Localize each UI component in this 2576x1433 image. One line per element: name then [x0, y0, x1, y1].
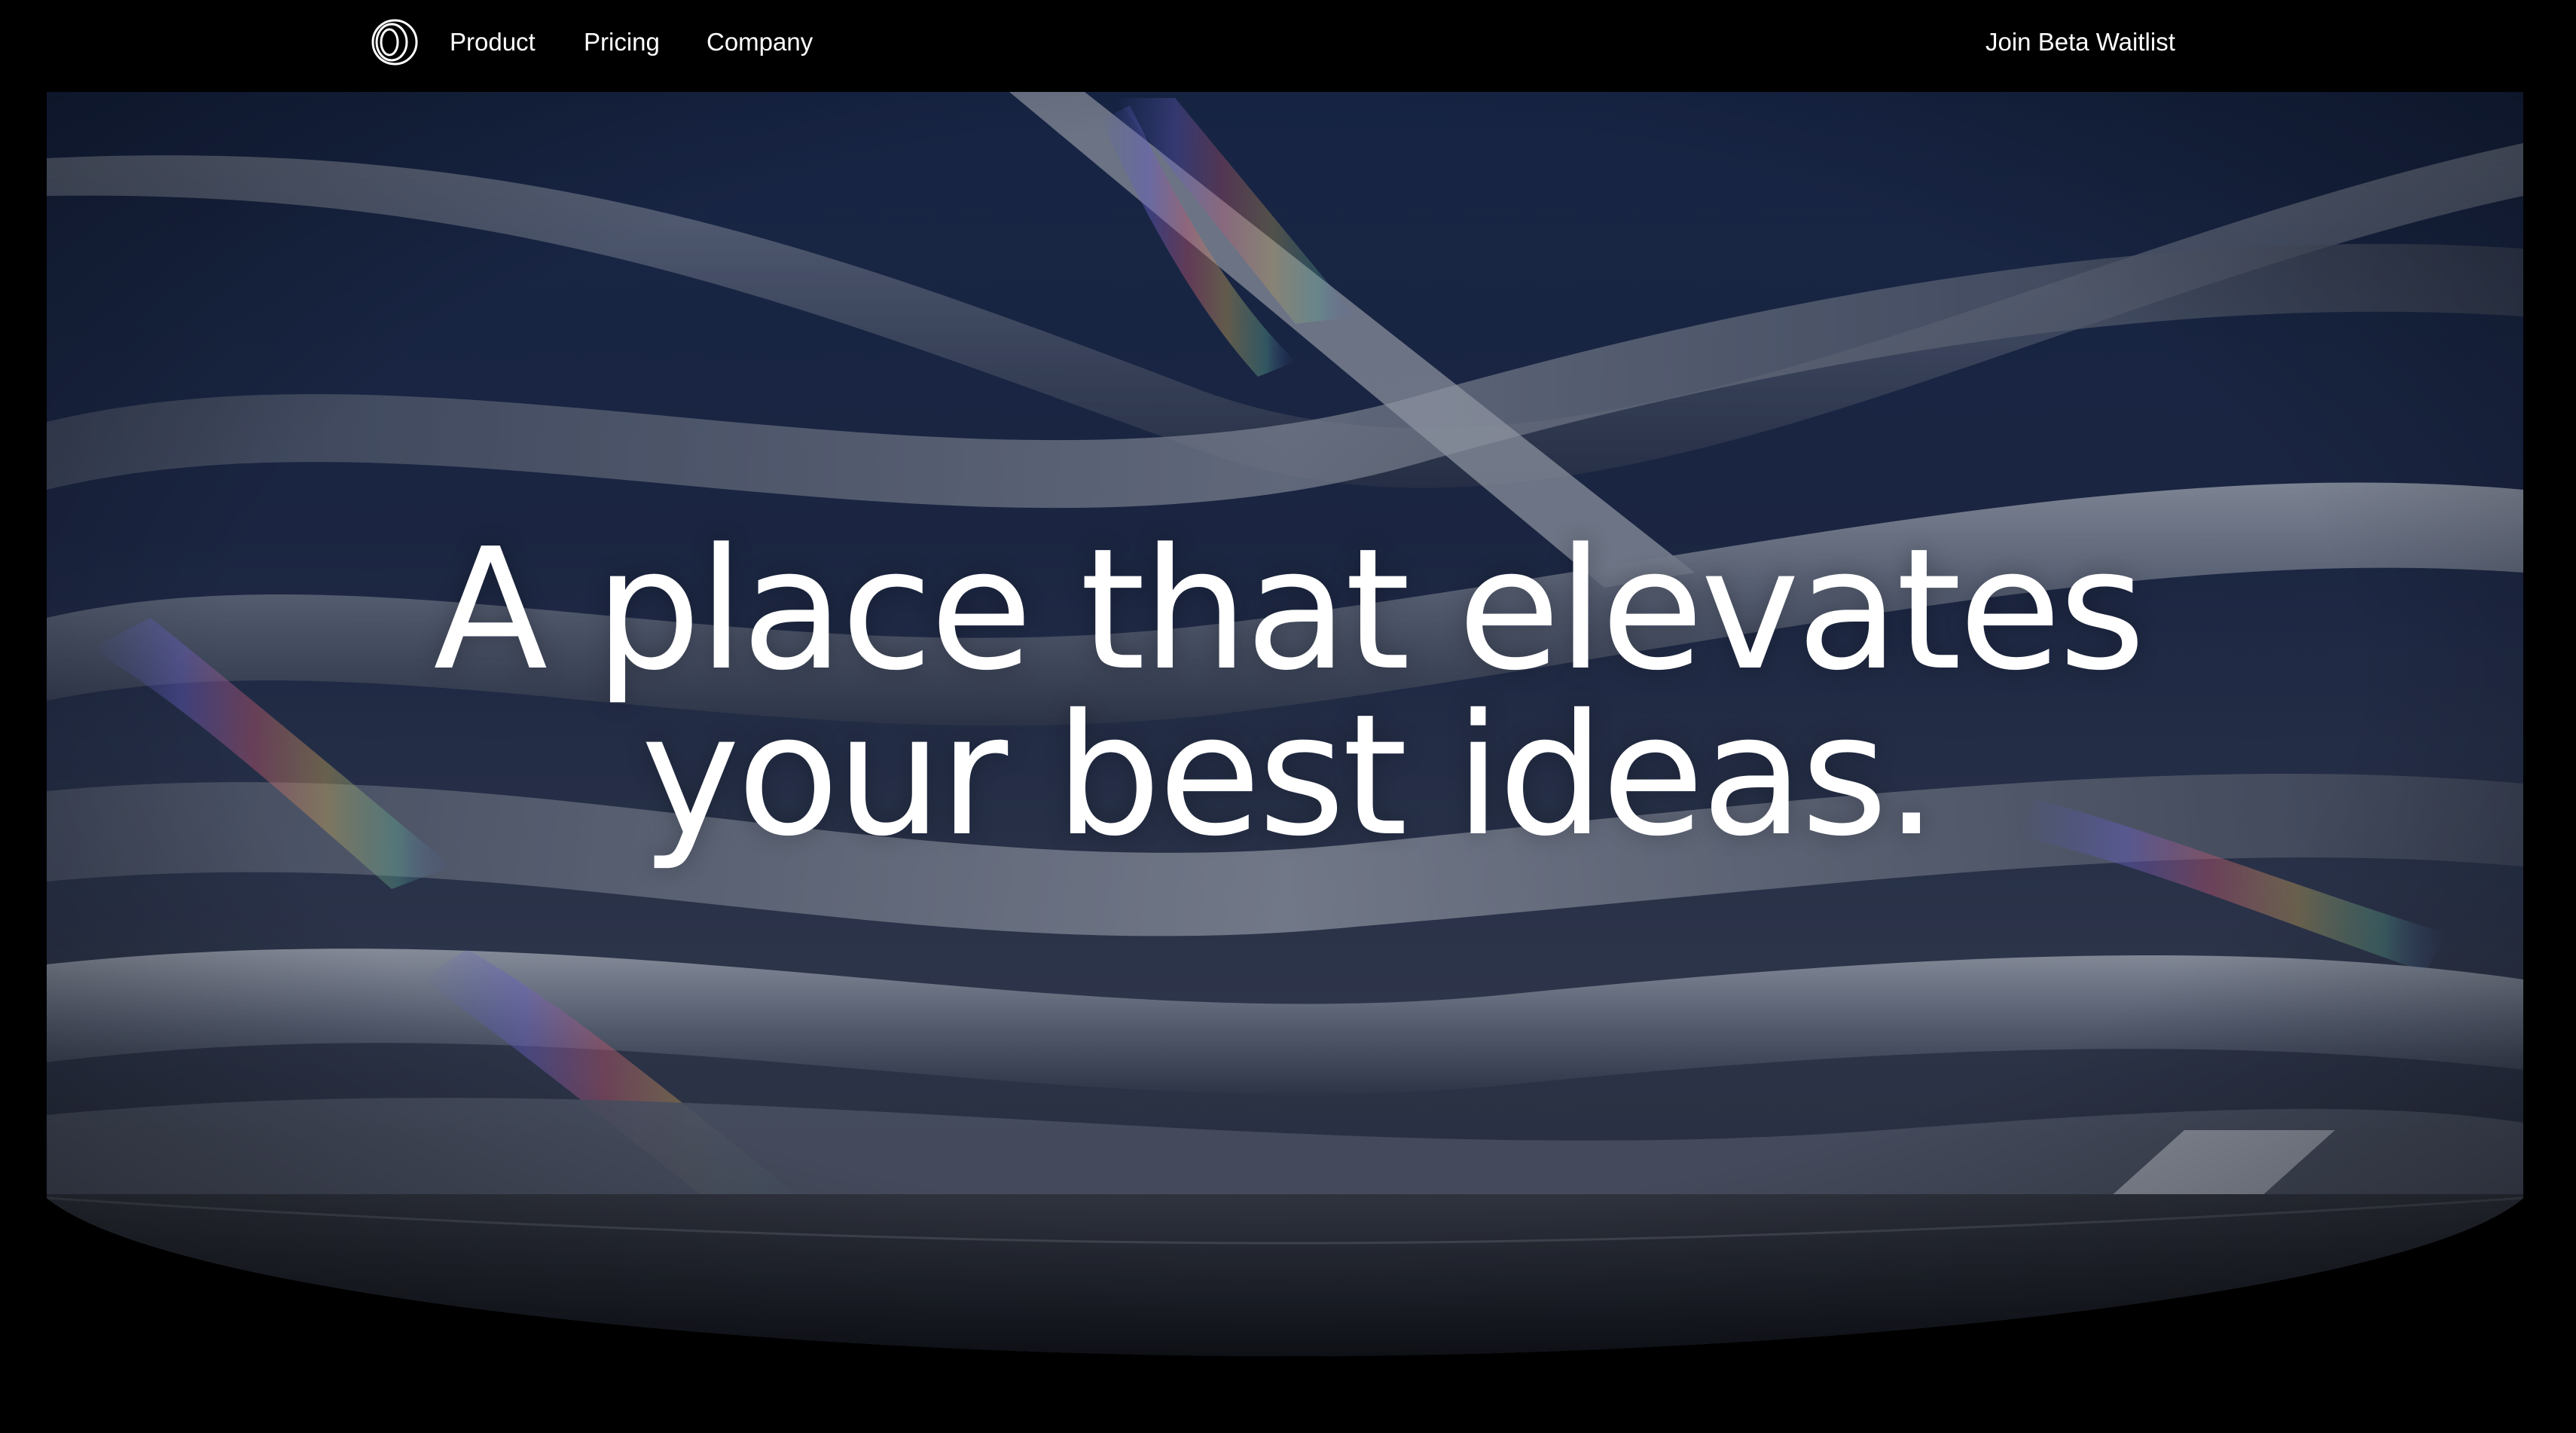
hero-headline-line-2: your best ideas.	[641, 679, 1938, 873]
top-navigation: Product Pricing Company Join Beta Waitli…	[0, 0, 2576, 84]
landing-page: Product Pricing Company Join Beta Waitli…	[0, 0, 2576, 1433]
concentric-rings-logo-icon[interactable]	[369, 18, 420, 66]
nav-link-product[interactable]: Product	[450, 26, 536, 59]
nav-link-company[interactable]: Company	[707, 26, 813, 59]
hero-headline-line-1: A place that elevates	[433, 513, 2145, 707]
hero-headline: A place that elevates your best ideas.	[0, 513, 2576, 873]
nav-link-pricing[interactable]: Pricing	[584, 26, 660, 59]
join-beta-waitlist-button[interactable]: Join Beta Waitlist	[1985, 26, 2175, 59]
